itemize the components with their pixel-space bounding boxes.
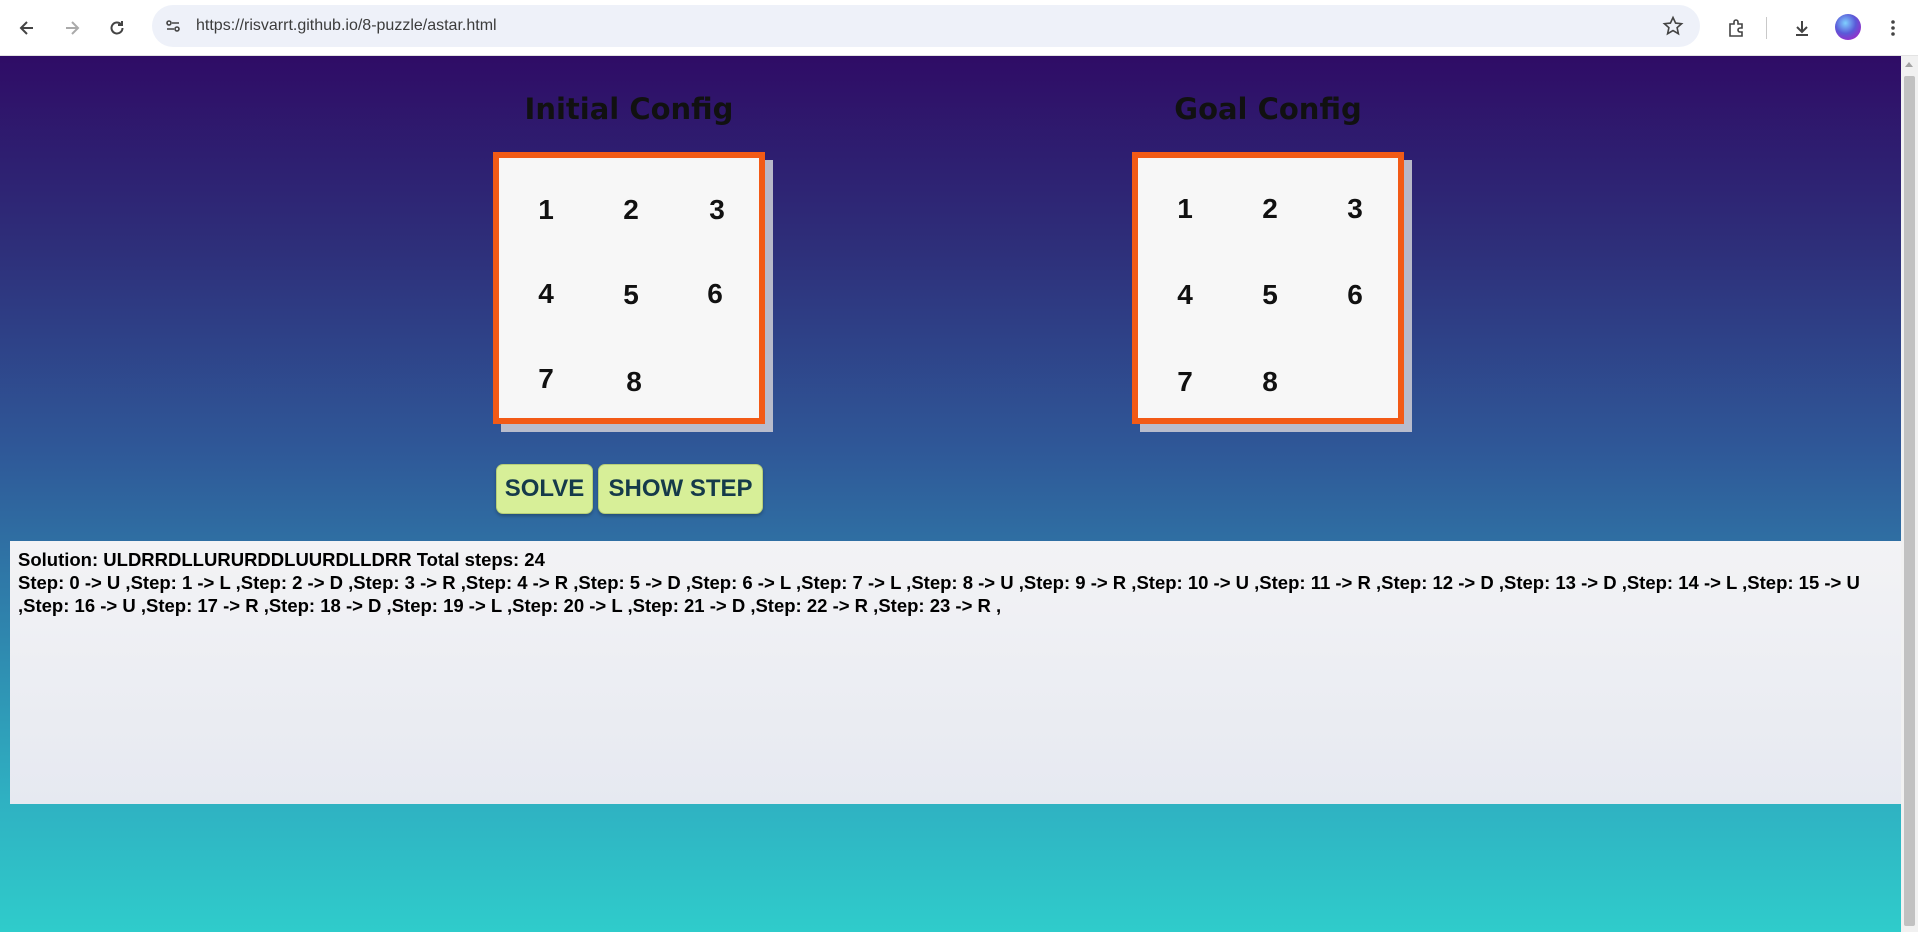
solution-steps: Step: 0 -> U ,Step: 1 -> L ,Step: 2 -> D… [18,572,1860,616]
initial-tile[interactable]: 8 [592,340,676,424]
goal-tile: 1 [1177,193,1193,224]
goal-tile: 2 [1262,193,1278,224]
reload-icon[interactable] [101,12,133,44]
menu-icon[interactable] [1877,12,1909,44]
initial-board: 1 2 3 4 5 6 7 8 [493,152,765,424]
goal-tile: 3 [1347,193,1363,224]
initial-tile[interactable]: 4 [504,252,588,336]
browser-toolbar: https://risvarrt.github.io/8-puzzle/asta… [0,0,1918,56]
initial-tile[interactable]: 5 [589,253,673,337]
back-icon[interactable] [11,12,43,44]
scrollbar-thumb[interactable] [1904,76,1915,926]
extensions-icon[interactable] [1720,12,1752,44]
solution-summary: Solution: ULDRRDLLURURDDLUURDLLDRR Total… [18,549,545,570]
goal-tile: 8 [1262,366,1278,397]
goal-tile: 5 [1262,279,1278,310]
vertical-scrollbar[interactable] [1901,56,1918,932]
bookmark-star-icon[interactable] [1662,15,1684,37]
initial-tile[interactable]: 1 [504,168,588,252]
site-info-icon[interactable] [160,13,186,39]
goal-tile: 4 [1177,279,1193,310]
initial-tile[interactable]: 7 [504,337,588,421]
scroll-up-icon[interactable] [1905,62,1913,67]
initial-tile[interactable]: 6 [673,252,757,336]
page-viewport: Initial Config 1 2 3 4 5 6 7 8 Goal Conf… [0,56,1901,932]
solution-output: Solution: ULDRRDLLURURDDLUURDLLDRR Total… [10,541,1901,804]
initial-tile[interactable]: 2 [589,168,673,252]
goal-config-title: Goal Config [1174,92,1362,126]
toolbar-divider [1766,17,1767,39]
url-text[interactable]: https://risvarrt.github.io/8-puzzle/asta… [196,5,497,47]
goal-board: 1 2 3 4 5 6 7 8 [1132,152,1404,424]
forward-icon[interactable] [56,12,88,44]
show-step-button[interactable]: SHOW STEP [598,464,763,514]
initial-tile[interactable]: 3 [675,168,759,252]
solve-button[interactable]: SOLVE [496,464,593,514]
initial-tile-empty[interactable] [675,340,759,424]
initial-config-title: Initial Config [524,92,734,126]
goal-tile: 7 [1177,366,1193,397]
goal-tile: 6 [1347,279,1363,310]
downloads-icon[interactable] [1786,12,1818,44]
profile-avatar[interactable] [1835,14,1861,40]
goal-tile-empty [1313,340,1397,424]
address-bar[interactable]: https://risvarrt.github.io/8-puzzle/asta… [152,5,1700,47]
